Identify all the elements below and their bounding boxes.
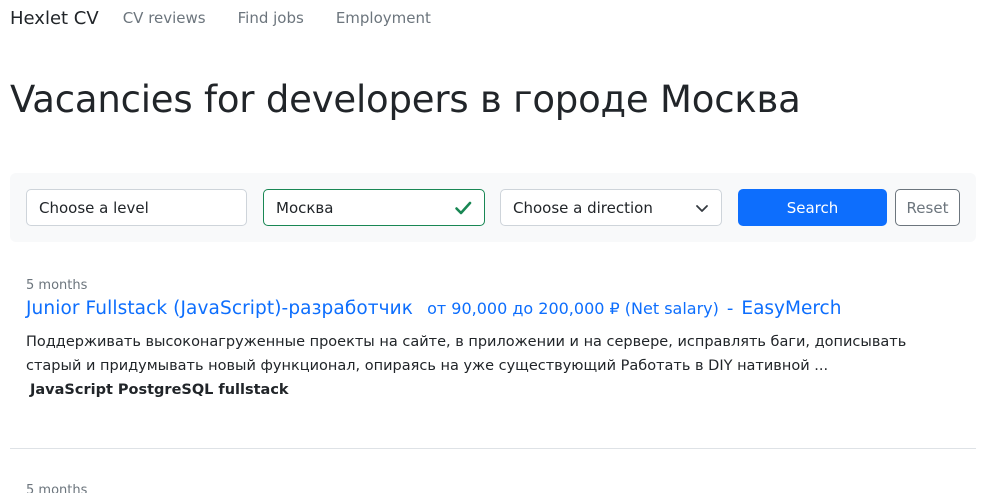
city-input-value: Москва	[276, 198, 334, 217]
reset-button[interactable]: Reset	[895, 189, 960, 226]
vacancy-description: Поддерживать высоконагруженные проекты н…	[26, 334, 907, 374]
vacancy-company-link[interactable]: EasyMerch	[741, 298, 841, 319]
vacancy-divider	[10, 448, 976, 449]
headline-separator: -	[726, 298, 734, 319]
vacancy-headline: Junior Fullstack (JavaScript)-разработчи…	[26, 298, 966, 324]
nav-link-employment[interactable]: Employment	[336, 9, 431, 27]
page-title: Vacancies for developers в городе Москва	[10, 78, 801, 121]
tag: JavaScript	[30, 382, 113, 398]
filter-panel: Choose a level Москва Choose a direction…	[10, 173, 976, 242]
vacancy-title-link[interactable]: Junior Fullstack (JavaScript)-разработчи…	[26, 298, 413, 319]
nav-link-find-jobs[interactable]: Find jobs	[238, 9, 304, 27]
check-icon	[454, 199, 472, 217]
vacancy-item: 5 months Junior Fullstack (JavaScript)-р…	[26, 278, 966, 398]
vacancy-item: 5 months	[26, 483, 966, 493]
brand-link[interactable]: Hexlet CV	[10, 8, 99, 29]
level-select-placeholder: Choose a level	[39, 198, 149, 217]
vacancy-age: 5 months	[26, 483, 88, 493]
tag: PostgreSQL	[117, 382, 214, 398]
direction-select[interactable]: Choose a direction	[500, 189, 722, 226]
tag: fullstack	[218, 382, 289, 398]
direction-select-placeholder: Choose a direction	[513, 198, 653, 217]
city-input[interactable]: Москва	[263, 189, 485, 226]
top-navbar: Hexlet CV CV reviews Find jobs Employmen…	[10, 6, 463, 30]
vacancy-tags: JavaScript PostgreSQL fullstack	[30, 382, 966, 398]
nav-link-cv-reviews[interactable]: CV reviews	[123, 9, 206, 27]
vacancy-age: 5 months	[26, 278, 88, 293]
level-select[interactable]: Choose a level	[26, 189, 247, 226]
chevron-down-icon	[695, 201, 709, 215]
vacancy-salary: от 90,000 до 200,000 ₽ (Net salary)	[427, 299, 719, 318]
search-button[interactable]: Search	[738, 189, 887, 226]
